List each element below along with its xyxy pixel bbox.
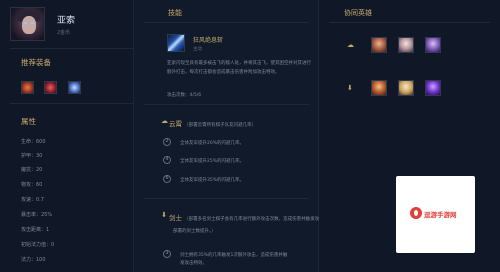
- skill-section-title: 技能: [168, 9, 182, 17]
- cloud-icon: ☁: [161, 117, 168, 125]
- synergy-section-title: 协同英雄: [344, 9, 372, 17]
- attribute-row: 魔抗：20: [21, 167, 43, 173]
- attribute-row: 暴击率：25%: [21, 212, 53, 218]
- attribute-row: 法力：100: [21, 257, 46, 263]
- divider: [144, 198, 309, 199]
- skill-type: 主动: [193, 47, 202, 52]
- tier-text: 全体友军提升20%的闪避几率。: [180, 141, 245, 146]
- skill-cooldown: 攻击次数：4/5/6: [167, 93, 202, 98]
- attribute-row: 初始法力值：0: [21, 242, 55, 248]
- attribute-row: 攻击距离：1: [21, 227, 50, 233]
- talent-header: 云霄 （部署云霄所有棋子队友闪避几率）: [169, 118, 256, 128]
- cloud-icon: ☁: [347, 41, 354, 49]
- sword-icon: ⬇: [161, 211, 167, 219]
- items-title: 推荐装备: [21, 58, 51, 67]
- champion-portrait[interactable]: [371, 37, 387, 53]
- portrait-eye-right: [31, 22, 34, 24]
- attributes-title: 属性: [21, 117, 36, 126]
- flame-item-icon[interactable]: [21, 81, 34, 94]
- divider: [329, 22, 490, 23]
- watermark-icon: [410, 207, 422, 219]
- sword-icon: ⬇: [347, 84, 353, 92]
- champion-portrait[interactable]: [398, 37, 414, 53]
- tier-badge: 4: [163, 156, 171, 164]
- portrait-face: [22, 16, 36, 34]
- champion-portrait[interactable]: [371, 80, 387, 96]
- hero-portrait: [10, 7, 45, 41]
- talent-note: （部署云霄所有棋子队友闪避几率）: [184, 123, 257, 128]
- hero-price: 2金币: [57, 30, 71, 36]
- attribute-row: 生命：600: [21, 139, 46, 145]
- attribute-row: 攻速：0.7: [21, 197, 44, 203]
- tier-text: 剑士拥有35%的几率触发1次额外攻击，造成伤害并触发攻击特效。: [180, 253, 288, 266]
- attribute-row: 护甲：30: [21, 153, 43, 159]
- talent-name: 云霄: [169, 120, 182, 128]
- skill-description: 亚索闪现至具有最多被击飞的敌人处，并将其击飞，使其困空并对其进行额外打击，每次打…: [167, 61, 311, 75]
- tier-badge: 3: [163, 250, 171, 258]
- divider: [144, 104, 309, 105]
- tier-badge: 6: [163, 175, 171, 183]
- skill-name: 狂风绝息斩: [193, 37, 224, 44]
- watermark-logo: 逗游手游网: [396, 176, 475, 253]
- skill-icon[interactable]: [167, 34, 185, 52]
- hero-name: 亚索: [57, 16, 76, 26]
- divider: [144, 22, 309, 23]
- tier-text: 全体友军提升25%的闪避几率。: [180, 159, 245, 164]
- champion-portrait[interactable]: [425, 80, 441, 96]
- portrait-eye-left: [24, 22, 27, 24]
- attribute-row: 物攻：60: [21, 182, 43, 188]
- talent-name: 剑士: [169, 214, 182, 222]
- blade-item-icon[interactable]: [44, 81, 57, 94]
- tier-text: 全体友军提升35%的闪避几率。: [180, 178, 245, 183]
- champion-portrait[interactable]: [425, 37, 441, 53]
- champion-portrait[interactable]: [398, 80, 414, 96]
- tier-badge: 2: [163, 138, 171, 146]
- watermark-text: 逗游手游网: [424, 211, 457, 219]
- talent-note-cont: 部署的剑士数提升。）: [173, 229, 216, 234]
- frost-item-icon[interactable]: [68, 81, 81, 94]
